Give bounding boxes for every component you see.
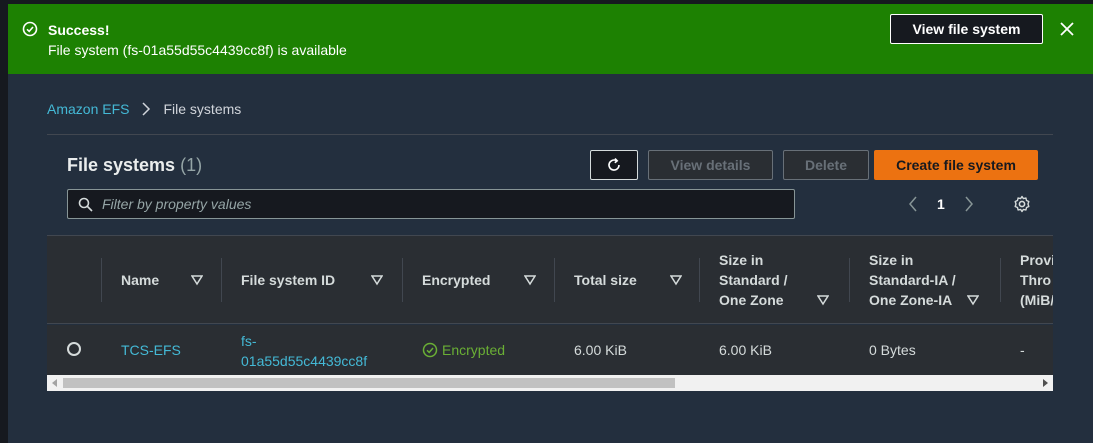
column-label: Standard-IA / xyxy=(869,272,956,288)
column-label: Size in xyxy=(719,252,764,268)
file-system-id-part2: 01a55d55c4439cc8f xyxy=(241,353,368,369)
check-circle-icon xyxy=(22,21,38,37)
column-divider xyxy=(1000,258,1001,302)
sort-caret-icon xyxy=(967,295,979,306)
column-label: Provi xyxy=(1020,252,1053,268)
total-size-value: 6.00 KiB xyxy=(574,342,627,358)
column-divider xyxy=(402,258,403,302)
panel-count: (1) xyxy=(180,155,203,175)
column-header-name[interactable]: Name xyxy=(101,236,221,324)
panel-title-text: File systems xyxy=(67,155,176,175)
sort-caret-icon xyxy=(191,275,203,286)
column-header-total-size[interactable]: Total size xyxy=(554,236,699,324)
gear-icon[interactable] xyxy=(1013,195,1031,213)
column-header-provisioned-throughput[interactable]: Provi Thro (MiB/ xyxy=(1000,236,1053,324)
filter-input[interactable] xyxy=(102,190,782,218)
refresh-button[interactable] xyxy=(590,150,638,180)
size-ia-value: 0 Bytes xyxy=(869,342,916,358)
file-system-id-link[interactable]: fs- 01a55d55c4439cc8f xyxy=(241,331,367,371)
column-label: One Zone xyxy=(719,292,784,308)
flash-message: File system (fs-01a55d55c4439cc8f) is av… xyxy=(48,42,347,58)
column-header-size-ia[interactable]: Size in Standard-IA / One Zone-IA xyxy=(849,236,1000,324)
column-label: Total size xyxy=(574,272,637,288)
column-label: Name xyxy=(121,272,160,288)
view-details-button[interactable]: View details xyxy=(648,150,773,180)
sort-caret-icon xyxy=(524,275,536,286)
breadcrumb-current: File systems xyxy=(163,101,242,117)
column-label: File system ID xyxy=(241,272,336,288)
column-label: Size in xyxy=(869,252,914,268)
pagination: 1 xyxy=(907,193,975,215)
sort-caret-icon xyxy=(371,275,383,286)
check-circle-icon xyxy=(422,342,438,358)
create-file-system-button[interactable]: Create file system xyxy=(874,150,1038,180)
chevron-right-icon[interactable] xyxy=(963,196,975,212)
breadcrumb-amazon-efs[interactable]: Amazon EFS xyxy=(47,101,129,117)
column-divider xyxy=(221,258,222,302)
breadcrumb: Amazon EFS File systems xyxy=(47,100,241,118)
view-file-system-button[interactable]: View file system xyxy=(890,14,1043,44)
column-divider xyxy=(699,258,700,302)
panel-header: File systems (1) View details Delete Cre… xyxy=(47,135,1053,235)
row-select-radio[interactable] xyxy=(67,342,81,356)
chevron-left-icon[interactable] xyxy=(907,196,919,212)
column-label: (MiB/ xyxy=(1020,292,1053,308)
flash-title: Success! xyxy=(48,22,110,38)
column-divider xyxy=(849,258,850,302)
sort-caret-icon xyxy=(670,275,682,286)
horizontal-scrollbar[interactable] xyxy=(47,375,1053,391)
delete-button[interactable]: Delete xyxy=(783,150,869,180)
column-divider xyxy=(554,258,555,302)
encrypted-label: Encrypted xyxy=(442,342,506,358)
success-flash-banner: Success! File system (fs-01a55d55c4439cc… xyxy=(8,4,1093,74)
provisioned-throughput-value: - xyxy=(1020,342,1025,358)
column-label: Encrypted xyxy=(422,272,491,288)
column-divider xyxy=(101,258,102,302)
file-system-name-link[interactable]: TCS-EFS xyxy=(121,342,181,358)
table-header: Name File system ID Encrypted Total size… xyxy=(47,235,1053,324)
scrollbar-thumb[interactable] xyxy=(63,378,675,388)
sort-caret-icon xyxy=(817,295,829,306)
column-header-size-standard[interactable]: Size in Standard / One Zone xyxy=(699,236,849,324)
close-icon[interactable] xyxy=(1059,21,1075,37)
search-icon xyxy=(78,197,93,212)
column-header-file-system-id[interactable]: File system ID xyxy=(221,236,403,324)
filter-field[interactable] xyxy=(67,189,795,219)
file-system-id-part1: fs- xyxy=(241,333,257,349)
page-number[interactable]: 1 xyxy=(937,196,945,212)
size-standard-value: 6.00 KiB xyxy=(719,342,772,358)
scroll-right-arrow-icon[interactable] xyxy=(1041,379,1049,387)
refresh-icon xyxy=(608,157,620,171)
chevron-right-icon xyxy=(142,102,151,116)
table-row[interactable]: TCS-EFS fs- 01a55d55c4439cc8f Encrypted … xyxy=(47,325,1053,375)
panel-title: File systems (1) xyxy=(67,155,202,176)
column-label: One Zone-IA xyxy=(869,292,953,308)
encrypted-status: Encrypted xyxy=(422,342,505,358)
column-label: Standard / xyxy=(719,272,788,288)
column-label: Thro xyxy=(1020,272,1052,288)
column-header-encrypted[interactable]: Encrypted xyxy=(402,236,554,324)
file-systems-table-container: File systems (1) View details Delete Cre… xyxy=(47,134,1053,392)
scroll-left-arrow-icon[interactable] xyxy=(51,379,59,387)
